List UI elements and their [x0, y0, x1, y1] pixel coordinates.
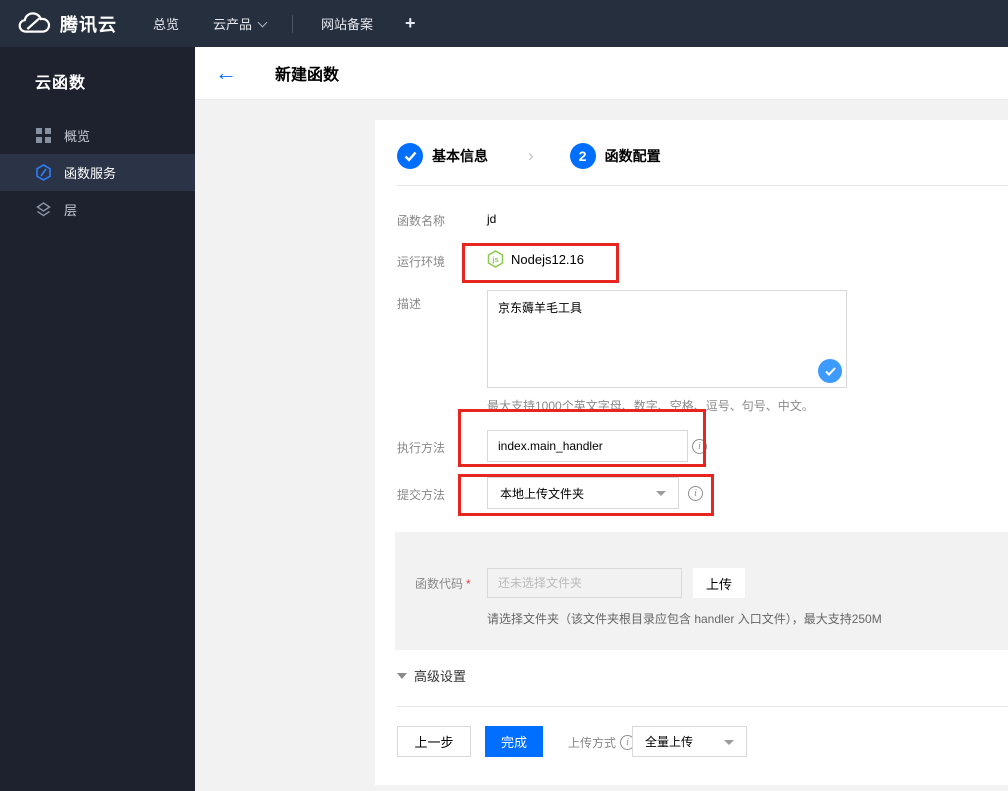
- sidebar-menu: 概览 函数服务 层: [0, 117, 195, 228]
- upload-button[interactable]: 上传: [693, 568, 745, 598]
- function-name-value: jd: [487, 212, 497, 226]
- tencent-cloud-logo-icon: [18, 11, 51, 33]
- wizard-card: 基本信息 › 2 函数配置 函数名称 jd 运行环境 js Nodejs12.1…: [375, 120, 1008, 785]
- back-arrow-icon[interactable]: ←: [215, 62, 237, 84]
- nav-item-website-icp-label: 网站备案: [321, 17, 374, 32]
- advanced-settings-toggle[interactable]: 高级设置: [397, 666, 466, 685]
- divider: [397, 185, 1008, 186]
- submit-method-label: 提交方法: [397, 488, 446, 502]
- step1-label: 基本信息: [432, 148, 488, 164]
- valid-check-badge-icon: [818, 359, 842, 383]
- upload-mode-label-row: 上传方式 i: [568, 734, 636, 751]
- function-service-icon: [36, 164, 51, 181]
- tencent-cloud-console: 腾讯云 总览 云产品 网站备案 + 云函数 概览 函数服务 层 ← 新建函数 基…: [0, 0, 1008, 791]
- layers-icon: [36, 202, 51, 217]
- step-chevron-icon: ›: [528, 146, 534, 165]
- sidebar-item-layers-label: 层: [64, 203, 78, 218]
- step1-done-check-icon: [397, 143, 423, 169]
- function-code-section: 函数代码* 上传 请选择文件夹（该文件夹根目录应包含 handler 入口文件）…: [395, 532, 1008, 650]
- brand-logo-link[interactable]: 腾讯云: [18, 11, 117, 37]
- page-title: 新建函数: [275, 67, 340, 84]
- upload-mode-label: 上传方式: [568, 736, 617, 750]
- step2-number: 2: [569, 143, 596, 169]
- nav-divider: [292, 14, 294, 33]
- nav-item-cloud-products-label: 云产品: [213, 17, 253, 32]
- triangle-down-icon: [397, 672, 407, 679]
- top-navbar: 腾讯云 总览 云产品 网站备案 +: [0, 0, 1008, 47]
- divider: [397, 706, 1008, 707]
- svg-text:js: js: [491, 255, 498, 264]
- grid-icon: [36, 128, 51, 143]
- folder-path-input[interactable]: [487, 568, 682, 598]
- description-textarea[interactable]: 京东薅羊毛工具: [487, 290, 847, 388]
- chevron-down-icon: [257, 17, 268, 27]
- sidebar: 云函数 概览 函数服务 层: [0, 47, 195, 791]
- submit-method-value: 本地上传文件夹: [500, 486, 585, 501]
- sidebar-item-layers[interactable]: 层: [0, 191, 195, 228]
- step-indicator: 基本信息 › 2 函数配置: [397, 140, 661, 172]
- page-header: ← 新建函数: [195, 47, 1008, 100]
- upload-mode-value: 全量上传: [645, 735, 694, 749]
- nodejs-icon: js: [487, 250, 504, 268]
- handler-info-icon[interactable]: i: [692, 439, 707, 454]
- step2-label: 函数配置: [604, 148, 661, 164]
- handler-label: 执行方法: [397, 441, 446, 455]
- runtime-value-row: js Nodejs12.16: [487, 250, 584, 268]
- sidebar-item-function-service-label: 函数服务: [64, 166, 117, 181]
- runtime-value: Nodejs12.16: [511, 251, 584, 267]
- function-code-label-text: 函数代码: [415, 577, 464, 591]
- function-code-helper-text: 请选择文件夹（该文件夹根目录应包含 handler 入口文件），最大支持250M: [487, 612, 882, 626]
- select-caret-icon: [656, 491, 666, 496]
- nav-item-overview-label: 总览: [153, 17, 180, 32]
- description-field-wrap: 京东薅羊毛工具: [487, 290, 847, 388]
- nav-item-overview[interactable]: 总览: [153, 14, 179, 33]
- finish-button[interactable]: 完成: [485, 726, 543, 757]
- nav-add-tab-button[interactable]: +: [405, 13, 416, 34]
- runtime-label: 运行环境: [397, 255, 446, 269]
- advanced-settings-label: 高级设置: [414, 669, 467, 684]
- function-code-label: 函数代码 *: [415, 575, 471, 592]
- nav-item-cloud-products[interactable]: 云产品: [213, 14, 268, 33]
- previous-step-button[interactable]: 上一步: [397, 726, 471, 757]
- description-helper-text: 最大支持1000个英文字母、数字、空格、逗号、句号、中文。: [487, 399, 814, 413]
- required-asterisk: *: [466, 577, 471, 591]
- upload-mode-select[interactable]: 全量上传: [632, 726, 747, 757]
- content-area: 基本信息 › 2 函数配置 函数名称 jd 运行环境 js Nodejs12.1…: [195, 100, 1008, 791]
- brand-name: 腾讯云: [60, 14, 117, 35]
- select-caret-icon: [724, 739, 734, 745]
- nav-item-website-icp[interactable]: 网站备案: [321, 14, 373, 33]
- sidebar-item-function-service[interactable]: 函数服务: [0, 154, 195, 191]
- function-name-label: 函数名称: [397, 214, 446, 228]
- submit-method-select[interactable]: 本地上传文件夹: [487, 477, 679, 509]
- handler-input[interactable]: [487, 430, 688, 462]
- sidebar-item-overview-label: 概览: [64, 129, 91, 144]
- sidebar-item-overview[interactable]: 概览: [0, 117, 195, 154]
- description-label: 描述: [397, 297, 422, 311]
- sidebar-title: 云函数: [35, 75, 87, 92]
- submit-method-info-icon[interactable]: i: [688, 486, 703, 501]
